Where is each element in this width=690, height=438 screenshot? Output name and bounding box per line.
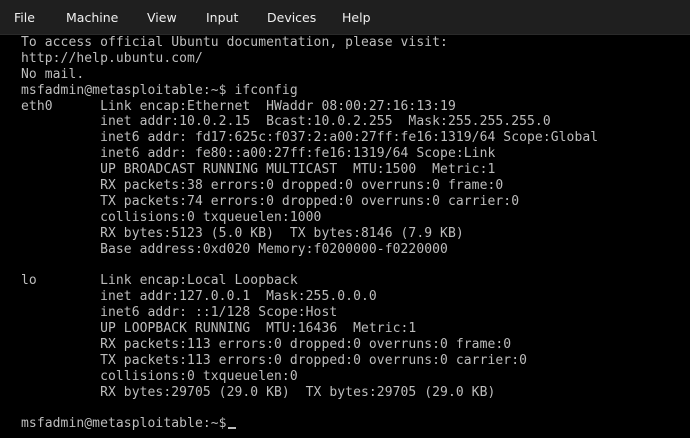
terminal-line: RX packets:113 errors:0 dropped:0 overru… — [21, 336, 512, 352]
terminal-line: To access official Ubuntu documentation,… — [21, 35, 448, 50]
terminal-line: collisions:0 txqueuelen:0 — [21, 368, 298, 384]
vm-console-screen[interactable]: To access official Ubuntu documentation,… — [0, 35, 690, 438]
menu-input[interactable]: Input — [206, 0, 238, 35]
vm-menu-bar: File Machine View Input Devices Help — [0, 0, 690, 35]
terminal-line: lo Link encap:Local Loopback — [21, 273, 298, 289]
terminal-line: UP BROADCAST RUNNING MULTICAST MTU:1500 … — [21, 162, 496, 178]
terminal-line: RX bytes:29705 (29.0 KB) TX bytes:29705 … — [21, 384, 496, 400]
shell-prompt: msfadmin@metasploitable:~$ — [21, 416, 227, 432]
menu-file[interactable]: File — [14, 0, 35, 35]
terminal-line: inet6 addr: ::1/128 Scope:Host — [21, 305, 338, 321]
terminal-line: http://help.ubuntu.com/ — [21, 50, 203, 66]
terminal-line: UP LOOPBACK RUNNING MTU:16436 Metric:1 — [21, 321, 417, 337]
terminal-prompt-line: msfadmin@metasploitable:~$ ifconfig — [21, 82, 298, 98]
terminal-output: To access official Ubuntu documentation,… — [21, 35, 598, 432]
terminal-line: No mail. — [21, 66, 85, 82]
terminal-line: eth0 Link encap:Ethernet HWaddr 08:00:27… — [21, 98, 456, 114]
menu-machine[interactable]: Machine — [66, 0, 118, 35]
text-cursor — [227, 427, 236, 430]
terminal-line: collisions:0 txqueuelen:1000 — [21, 209, 322, 225]
menu-help[interactable]: Help — [342, 0, 371, 35]
terminal-line: inet6 addr: fe80::a00:27ff:fe16:1319/64 … — [21, 146, 496, 162]
terminal-line: TX packets:113 errors:0 dropped:0 overru… — [21, 352, 528, 368]
terminal-line: RX bytes:5123 (5.0 KB) TX bytes:8146 (7.… — [21, 225, 464, 241]
terminal-line: inet addr:10.0.2.15 Bcast:10.0.2.255 Mas… — [21, 114, 551, 130]
terminal-line: TX packets:74 errors:0 dropped:0 overrun… — [21, 193, 520, 209]
terminal-line: Base address:0xd020 Memory:f0200000-f022… — [21, 241, 448, 257]
terminal-prompt-line[interactable]: msfadmin@metasploitable:~$ — [21, 416, 598, 432]
menu-devices[interactable]: Devices — [267, 0, 316, 35]
menu-view[interactable]: View — [147, 0, 177, 35]
terminal-line: inet addr:127.0.0.1 Mask:255.0.0.0 — [21, 289, 377, 305]
terminal-line: inet6 addr: fd17:625c:f037:2:a00:27ff:fe… — [21, 130, 599, 146]
terminal-line: RX packets:38 errors:0 dropped:0 overrun… — [21, 178, 504, 194]
